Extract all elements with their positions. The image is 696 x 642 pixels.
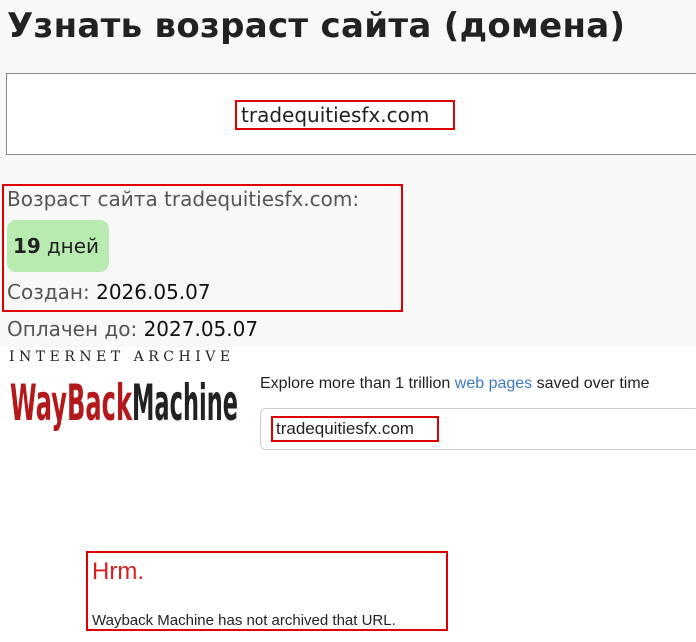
age-unit: дней [46,234,100,258]
error-message: Wayback Machine has not archived that UR… [92,612,396,629]
page-title: Узнать возраст сайта (домена) [7,6,626,46]
logo-machine-text: Machine [132,374,238,432]
web-pages-link[interactable]: web pages [455,375,532,392]
created-label: Создан: [7,280,90,304]
created-row: Создан: 2026.05.07 [7,280,211,304]
paid-value: 2027.05.07 [143,317,259,341]
paid-label: Оплачен до: [7,317,138,341]
wayback-machine-logo[interactable]: WayBack Machine [10,366,240,436]
age-badge: 19 дней [7,220,109,272]
paid-row: Оплачен до: 2027.05.07 [7,317,258,341]
created-value: 2026.05.07 [96,280,211,304]
error-title: Hrm. [92,558,144,585]
explore-text: Explore more than 1 trillion web pages s… [260,375,650,393]
domain-input[interactable] [235,100,455,130]
age-number: 19 [13,234,41,258]
explore-prefix: Explore more than 1 trillion [260,375,451,392]
internet-archive-text: INTERNET ARCHIVE [9,349,235,365]
explore-suffix: saved over time [536,375,650,392]
logo-wayback-text: WayBack [10,374,133,432]
wayback-search-input[interactable] [271,416,439,442]
age-label: Возраст сайта tradequitiesfx.com: [7,187,360,211]
